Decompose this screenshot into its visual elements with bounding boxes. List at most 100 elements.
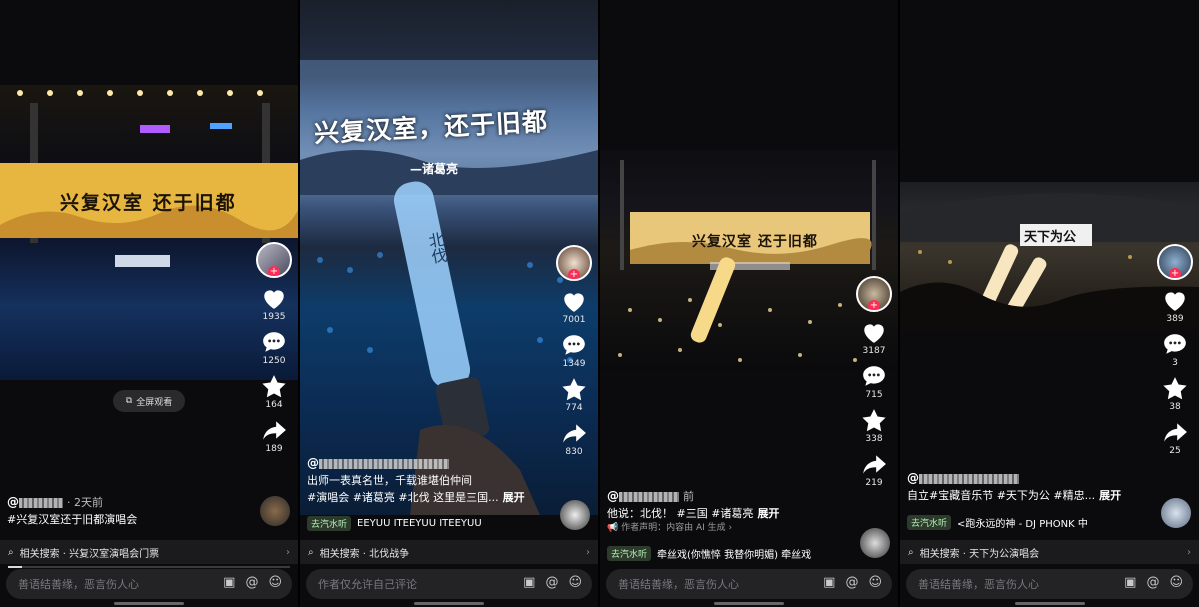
music-disc[interactable] — [260, 496, 290, 526]
music-disc[interactable] — [860, 528, 890, 558]
comment-button[interactable]: 3 — [1162, 332, 1188, 368]
like-count: 7001 — [562, 315, 586, 325]
banner-text: 天下为公 — [1024, 230, 1077, 245]
favorite-button[interactable]: 774 — [561, 377, 587, 413]
emoji-icon[interactable]: ☺ — [1169, 575, 1183, 590]
comment-input[interactable]: 善语结善缘，恶言伤人心 ▣ @ ☺ — [606, 569, 892, 599]
image-icon[interactable]: ▣ — [523, 575, 535, 590]
like-button[interactable]: 389 — [1162, 288, 1188, 324]
share-button[interactable]: 830 — [561, 421, 587, 457]
music-app-tag[interactable]: 去汽水听 — [907, 515, 952, 530]
home-indicator — [114, 602, 184, 605]
blurred-username — [919, 473, 1019, 484]
image-icon[interactable]: ▣ — [823, 575, 835, 590]
concert-scene — [900, 193, 1199, 330]
author-avatar[interactable]: + — [556, 245, 592, 281]
comment-count: 715 — [865, 390, 883, 400]
image-icon[interactable]: ▣ — [223, 575, 235, 590]
emoji-icon[interactable]: ☺ — [568, 575, 582, 590]
chevron-right-icon: › — [586, 546, 590, 558]
music-disc[interactable] — [1161, 498, 1191, 528]
mention-icon[interactable]: @ — [245, 575, 258, 590]
search-icon: ⌕ — [8, 546, 14, 558]
comment-button[interactable]: 715 — [861, 364, 887, 400]
like-button[interactable]: 1935 — [261, 286, 287, 322]
caption[interactable]: 自立#宝藏音乐节 #天下为公 #精忠... 展开 — [907, 487, 1149, 504]
heart-icon — [564, 293, 584, 312]
share-count: 189 — [265, 444, 283, 454]
follow-plus-icon[interactable]: + — [568, 269, 580, 279]
star-icon — [562, 378, 586, 401]
blurred-username — [319, 458, 449, 469]
author-line[interactable]: @ 前 — [607, 488, 848, 505]
like-button[interactable]: 3187 — [861, 320, 887, 356]
blurred-username — [619, 491, 679, 502]
favorite-count: 38 — [1169, 402, 1181, 412]
music-disc[interactable] — [560, 500, 590, 530]
comment-input[interactable]: 善语结善缘，恶言伤人心 ▣ @ ☺ — [906, 569, 1193, 599]
music-row[interactable]: 去汽水听 <跑永远的神 - DJ PHONK 中 — [907, 515, 1088, 530]
like-count: 389 — [1166, 314, 1184, 324]
follow-plus-icon[interactable]: + — [868, 300, 880, 310]
music-row[interactable]: 去汽水听 EEYUU ITEEYUU ITEEYUU — [307, 516, 482, 531]
favorite-button[interactable]: 164 — [261, 374, 287, 410]
action-rail: + 389 3 38 25 — [1157, 244, 1193, 456]
expand-link[interactable]: 展开 — [1099, 489, 1121, 502]
comment-count: 1250 — [262, 356, 286, 366]
mention-icon[interactable]: @ — [1146, 575, 1159, 590]
comment-button[interactable]: 1349 — [561, 333, 587, 369]
star-icon — [862, 409, 886, 432]
favorite-button[interactable]: 38 — [1162, 376, 1188, 412]
comment-input[interactable]: 作者仅允许自己评论 ▣ @ ☺ — [306, 569, 592, 599]
image-icon[interactable]: ▣ — [1124, 575, 1136, 590]
follow-plus-icon[interactable]: + — [1169, 268, 1181, 278]
share-button[interactable]: 189 — [261, 418, 287, 454]
home-indicator — [414, 602, 484, 605]
comment-input[interactable]: 善语结善缘，恶言伤人心 ▣ @ ☺ — [6, 569, 292, 599]
home-indicator — [1014, 602, 1085, 605]
caption-line-1[interactable]: 出师一表真名世，千载谁堪伯仲间 — [307, 472, 548, 489]
like-button[interactable]: 7001 — [561, 289, 587, 325]
music-app-tag[interactable]: 去汽水听 — [307, 516, 352, 531]
related-search-bar[interactable]: ⌕ 相关搜索 · 天下为公演唱会 › — [900, 540, 1199, 564]
author-line[interactable]: @ · 2天前 — [7, 494, 248, 511]
author-avatar[interactable]: + — [1157, 244, 1193, 280]
comment-count: 3 — [1172, 358, 1178, 368]
author-line[interactable]: @ — [907, 470, 1149, 487]
video-panel-3[interactable]: 兴复汉室 还于旧都 + 3187 715 338 219 @ 前 他说：北伐！ #… — [600, 0, 898, 607]
music-title: 牵丝戏(你憔悴 我替你明媚) 牵丝戏 — [657, 550, 812, 561]
emoji-icon[interactable]: ☺ — [868, 575, 882, 590]
video-progress[interactable] — [8, 566, 290, 568]
follow-plus-icon[interactable]: + — [268, 266, 280, 276]
comment-icon — [863, 366, 885, 386]
action-rail: + 1935 1250 164 189 — [256, 242, 292, 454]
share-button[interactable]: 25 — [1162, 420, 1188, 456]
fullscreen-button[interactable]: ⧉ 全屏观看 — [113, 390, 185, 412]
emoji-icon[interactable]: ☺ — [268, 575, 282, 590]
video-panel-4[interactable]: 天下为公 + 389 3 38 25 @ 自立#宝藏音乐节 #天下为公 #精忠.… — [900, 0, 1199, 607]
share-icon — [263, 421, 286, 440]
related-search-bar[interactable]: ⌕ 相关搜索 · 北伐战争 › — [300, 540, 598, 564]
video-panel-1[interactable]: 兴复汉室 还于旧都 ⧉ 全屏观看 + 1935 1250 164 189 @ · … — [0, 0, 298, 607]
comment-button[interactable]: 1250 — [261, 330, 287, 366]
ai-statement: 📢 作者声明：内容由 AI 生成 › — [607, 523, 733, 533]
author-avatar[interactable]: + — [856, 276, 892, 312]
expand-link[interactable]: 展开 — [503, 491, 525, 504]
share-count: 830 — [565, 447, 583, 457]
caption[interactable]: #兴复汉室还于旧都演唱会 — [7, 511, 248, 528]
music-title: <跑永远的神 - DJ PHONK 中 — [957, 519, 1088, 530]
music-title: EEYUU ITEEYUU ITEEYUU — [357, 518, 482, 529]
caption-line-2[interactable]: #演唱会 #诸葛亮 #北伐 这里是三国... 展开 — [307, 489, 548, 506]
music-row[interactable]: 去汽水听 牵丝戏(你憔悴 我替你明媚) 牵丝戏 — [607, 546, 811, 561]
share-button[interactable]: 219 — [861, 452, 887, 488]
video-panel-2[interactable]: 兴复汉室，还于旧都 —诸葛亮 北伐 + 7001 1349 774 830 @ … — [300, 0, 598, 607]
favorite-button[interactable]: 338 — [861, 408, 887, 444]
related-search-bar[interactable]: ⌕ 相关搜索 · 兴复汉室演唱会门票 › — [0, 540, 298, 564]
author-line[interactable]: @ — [307, 455, 548, 472]
mention-icon[interactable]: @ — [545, 575, 558, 590]
caption[interactable]: 他说：北伐！ #三国 #诸葛亮 展开 — [607, 505, 848, 522]
expand-link[interactable]: 展开 — [757, 507, 779, 520]
music-app-tag[interactable]: 去汽水听 — [607, 546, 652, 561]
author-avatar[interactable]: + — [256, 242, 292, 278]
mention-icon[interactable]: @ — [845, 575, 858, 590]
